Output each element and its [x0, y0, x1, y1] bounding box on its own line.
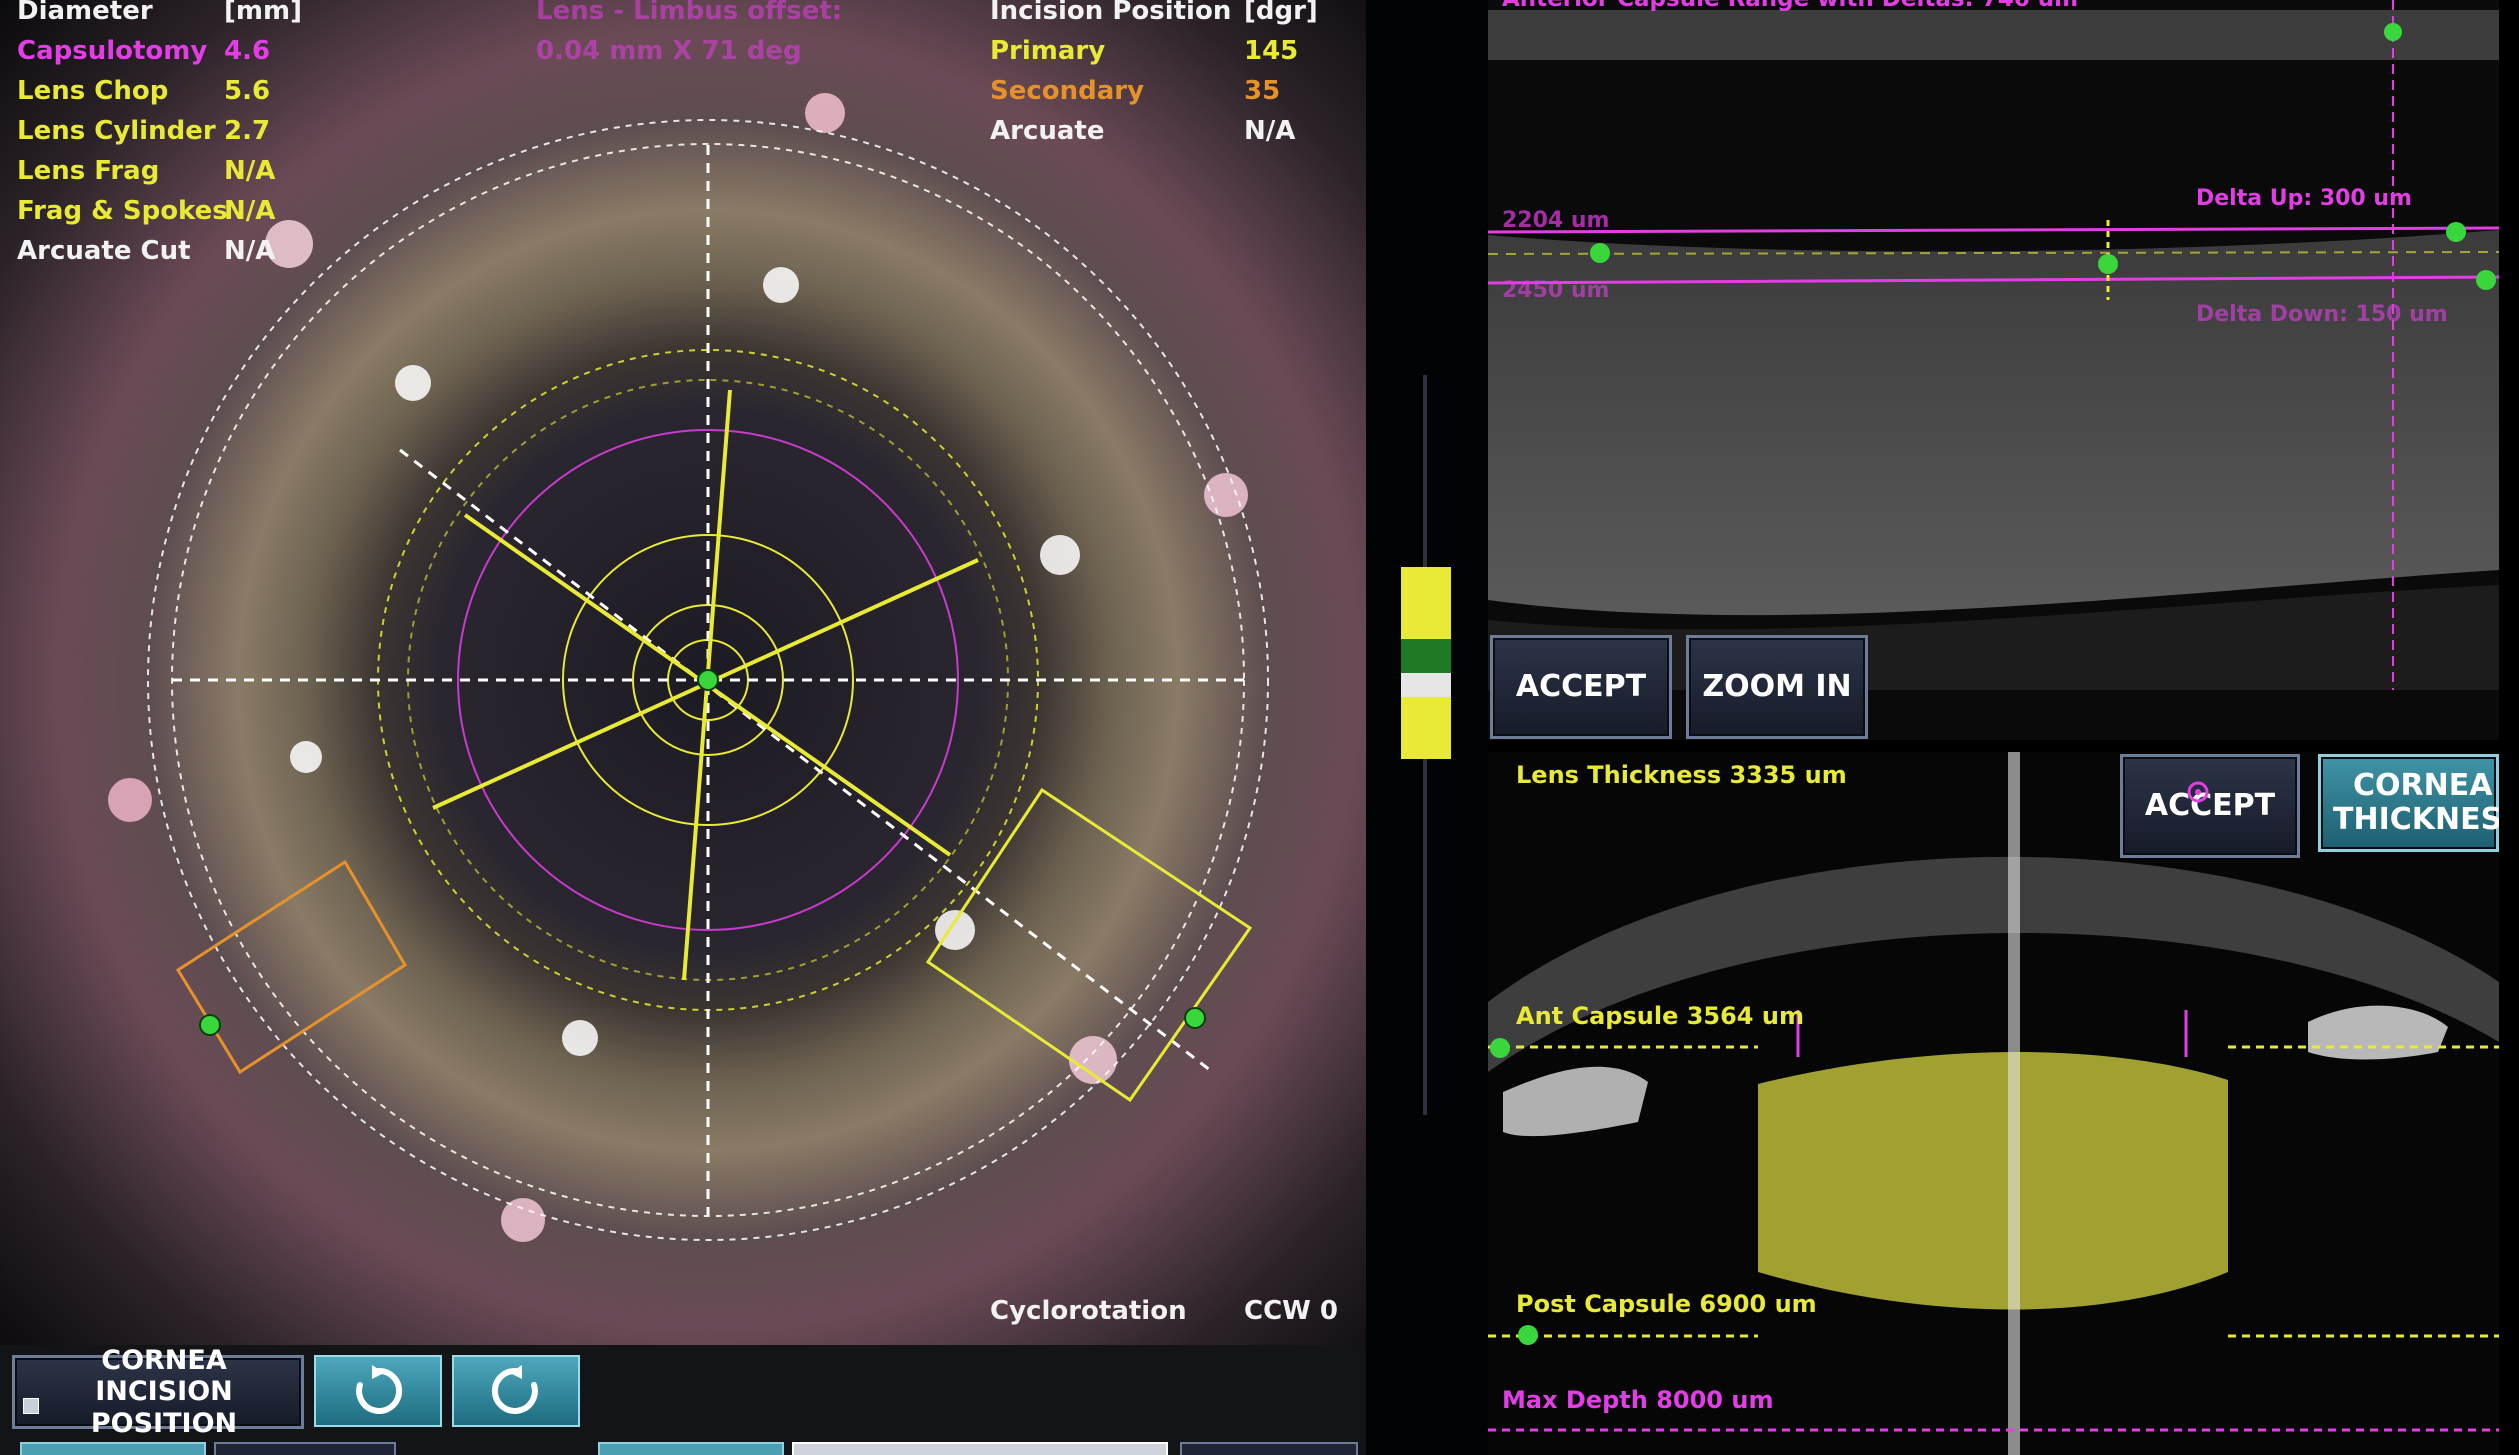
upper-depth-label: 2204 um — [1502, 208, 1610, 233]
arcuate-value: N/A — [1244, 116, 1296, 146]
frag-spokes-value: N/A — [224, 196, 276, 226]
eye-camera-view[interactable]: Diameter [mm] Capsulotomy 4.6 Lens Chop … — [0, 0, 1366, 1345]
diameter-header: Diameter — [17, 0, 153, 26]
lower-depth-label: 2450 um — [1502, 278, 1610, 303]
oct-bottom-graphics — [1488, 752, 2499, 1455]
accept-bottom-button[interactable]: ACCEPT — [2120, 754, 2300, 858]
oct-anterior-capsule-view[interactable]: Anterior Capsule Range with Deltas: 746 … — [1488, 0, 2499, 740]
arcuate-label: Arcuate — [990, 116, 1105, 146]
oct-lens-view[interactable]: Lens Thickness 3335 um Ant Capsule 3564 … — [1488, 752, 2499, 1455]
bottom-toolbar: CORNEA INCISION POSITION — [0, 1345, 1366, 1455]
tab-5[interactable] — [1180, 1442, 1358, 1455]
lens-cylinder-value: 2.7 — [224, 116, 271, 146]
offset-title: Lens - Limbus offset: — [536, 0, 843, 26]
rotate-ccw-button[interactable] — [452, 1355, 580, 1427]
incision-unit: [dgr] — [1244, 0, 1318, 26]
cornea-thickness-line-1: CORNEA — [2353, 767, 2493, 803]
oct-top-graphics — [1488, 0, 2499, 740]
depth-range-target[interactable] — [1401, 639, 1451, 673]
tab-1[interactable] — [20, 1442, 206, 1455]
offset-value: 0.04 mm X 71 deg — [536, 36, 802, 66]
tab-4[interactable] — [792, 1442, 1168, 1455]
cornea-thickness-line-2: THICKNESS — [2333, 802, 2499, 837]
frag-spokes-label: Frag & Spokes — [17, 196, 228, 226]
secondary-value: 35 — [1244, 76, 1281, 106]
lens-frag-label: Lens Frag — [17, 156, 160, 186]
capsulotomy-label: Capsulotomy — [17, 36, 208, 66]
lens-frag-value: N/A — [224, 156, 276, 186]
incision-header: Incision Position — [990, 0, 1232, 26]
lens-cylinder-label: Lens Cylinder — [17, 116, 216, 146]
lens-chop-label: Lens Chop — [17, 76, 169, 106]
cornea-incision-position-label: CORNEA INCISION POSITION — [90, 1345, 238, 1439]
zoom-in-button[interactable]: ZOOM IN — [1686, 635, 1868, 739]
delta-down-label: Delta Down: 150 um — [2196, 302, 2448, 327]
tab-2[interactable] — [214, 1442, 396, 1455]
arcuate-cut-label: Arcuate Cut — [17, 236, 191, 266]
primary-label: Primary — [990, 36, 1106, 66]
checkbox-icon[interactable] — [23, 1398, 39, 1414]
capsulotomy-value: 4.6 — [224, 36, 271, 66]
depth-range-lower[interactable] — [1401, 697, 1451, 759]
post-capsule-label: Post Capsule 6900 um — [1516, 1290, 1817, 1318]
oct-top-title: Anterior Capsule Range with Deltas: 746 … — [1502, 0, 2078, 12]
cornea-incision-position-button[interactable]: CORNEA INCISION POSITION — [12, 1345, 304, 1439]
depth-scale-panel — [1366, 0, 1488, 1455]
depth-range-upper[interactable] — [1401, 567, 1451, 639]
cursor-icon — [2187, 781, 2209, 803]
tab-3[interactable] — [598, 1442, 784, 1455]
cyclorotation-label: Cyclorotation — [990, 1296, 1187, 1326]
ant-capsule-label: Ant Capsule 3564 um — [1516, 1002, 1804, 1030]
primary-value: 145 — [1244, 36, 1299, 66]
max-depth-label: Max Depth 8000 um — [1502, 1386, 1774, 1414]
cyclorotation-value: CCW 0 — [1244, 1296, 1338, 1326]
cornea-thickness-button[interactable]: CORNEA THICKNESS — [2318, 754, 2499, 852]
secondary-label: Secondary — [990, 76, 1145, 106]
rotate-cw-icon — [356, 1365, 403, 1414]
accept-top-button[interactable]: ACCEPT — [1490, 635, 1672, 739]
arcuate-cut-value: N/A — [224, 236, 276, 266]
rotate-ccw-icon — [491, 1365, 538, 1414]
diameter-unit: [mm] — [224, 0, 302, 26]
lens-thickness-label: Lens Thickness 3335 um — [1516, 761, 1847, 789]
depth-range-handle[interactable] — [1401, 673, 1451, 697]
lens-chop-value: 5.6 — [224, 76, 271, 106]
delta-up-label: Delta Up: 300 um — [2196, 186, 2412, 211]
rotate-cw-button[interactable] — [314, 1355, 442, 1427]
